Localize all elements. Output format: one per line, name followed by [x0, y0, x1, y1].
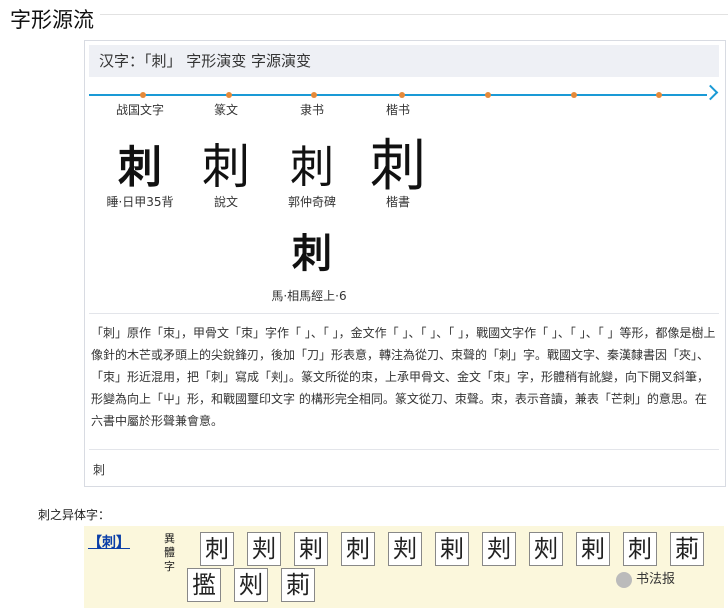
variant-char[interactable]: 刺 — [341, 532, 375, 566]
timeline-dot — [656, 92, 662, 98]
timeline-dot — [571, 92, 577, 98]
timeline-line — [89, 94, 707, 96]
variant-char[interactable]: 㓨 — [234, 568, 268, 602]
glyph-evolution-card: 汉字：「刺」 字形演变 字源演变 战国文字 篆文 隶书 楷书 刺 刺 刺 刺 睡… — [84, 40, 726, 487]
glyph-description: 「刺」原作「朿」，甲骨文「朿」字作「 」、「 」，金文作「 」、「 」、「 」，… — [91, 326, 716, 428]
glyph-caption: 馬·相馬經上·6 — [271, 289, 347, 303]
variant-char[interactable]: 剌 — [294, 532, 328, 566]
variant-char[interactable]: 刾 — [388, 532, 422, 566]
timeline-dot — [140, 92, 146, 98]
glyph-caption: 睡·日甲35背 — [106, 195, 174, 209]
glyph-regular: 刺 — [370, 134, 426, 199]
divider — [89, 449, 719, 450]
glyph-caption: 楷書 — [385, 195, 410, 209]
footer-character: 刺 — [93, 463, 106, 477]
glyph-warring-states: 刺 — [118, 142, 162, 193]
timeline-dot — [485, 92, 491, 98]
variants-title: 刺之异体字： — [38, 508, 111, 522]
title-divider — [100, 14, 728, 15]
glyph-extra: 刺 — [292, 230, 332, 277]
variants-panel: 【刺】 異體字 刺 刾 剌 刺 刾 剌 刾 㓨 剌 刺 莿 㩜 㓨 莿 — [84, 526, 724, 608]
wechat-icon — [616, 571, 632, 588]
era-label-regular: 楷书 — [385, 103, 410, 117]
divider — [89, 313, 719, 314]
variant-char[interactable]: 莿 — [281, 568, 315, 602]
glyph-seal: 刺 — [201, 139, 250, 195]
card-header-text: 汉字：「刺」 字形演变 字源演变 — [99, 52, 312, 70]
variants-label: 異體字 — [164, 532, 175, 573]
era-label-warring-states: 战国文字 — [115, 103, 164, 117]
page-title: 字形源流 — [10, 8, 94, 32]
glyph-caption: 郭仲奇碑 — [287, 195, 336, 209]
timeline-dot — [226, 92, 232, 98]
variant-char[interactable]: 刺 — [200, 532, 234, 566]
glyph-caption: 說文 — [213, 195, 238, 209]
variant-char[interactable]: 刺 — [623, 532, 657, 566]
watermark: 书法报 — [616, 568, 675, 588]
timeline-arrow-icon — [702, 84, 719, 101]
variant-char[interactable]: 㓨 — [529, 532, 563, 566]
timeline-dot — [399, 92, 405, 98]
timeline — [89, 84, 719, 101]
card-header: 汉字：「刺」 字形演变 字源演变 — [89, 45, 719, 77]
watermark-text: 书法报 — [636, 572, 676, 587]
variant-char[interactable]: 刾 — [247, 532, 281, 566]
variant-link[interactable]: 【刺】 — [88, 532, 130, 552]
era-label-seal: 篆文 — [213, 103, 238, 117]
timeline-dot — [311, 92, 317, 98]
variant-char[interactable]: 㩜 — [187, 568, 221, 602]
variant-char[interactable]: 莿 — [670, 532, 704, 566]
era-label-clerical: 隶书 — [299, 103, 324, 117]
variant-char[interactable]: 剌 — [576, 532, 610, 566]
glyph-clerical: 刺 — [290, 142, 334, 193]
variant-char[interactable]: 剌 — [435, 532, 469, 566]
variant-char[interactable]: 刾 — [482, 532, 516, 566]
